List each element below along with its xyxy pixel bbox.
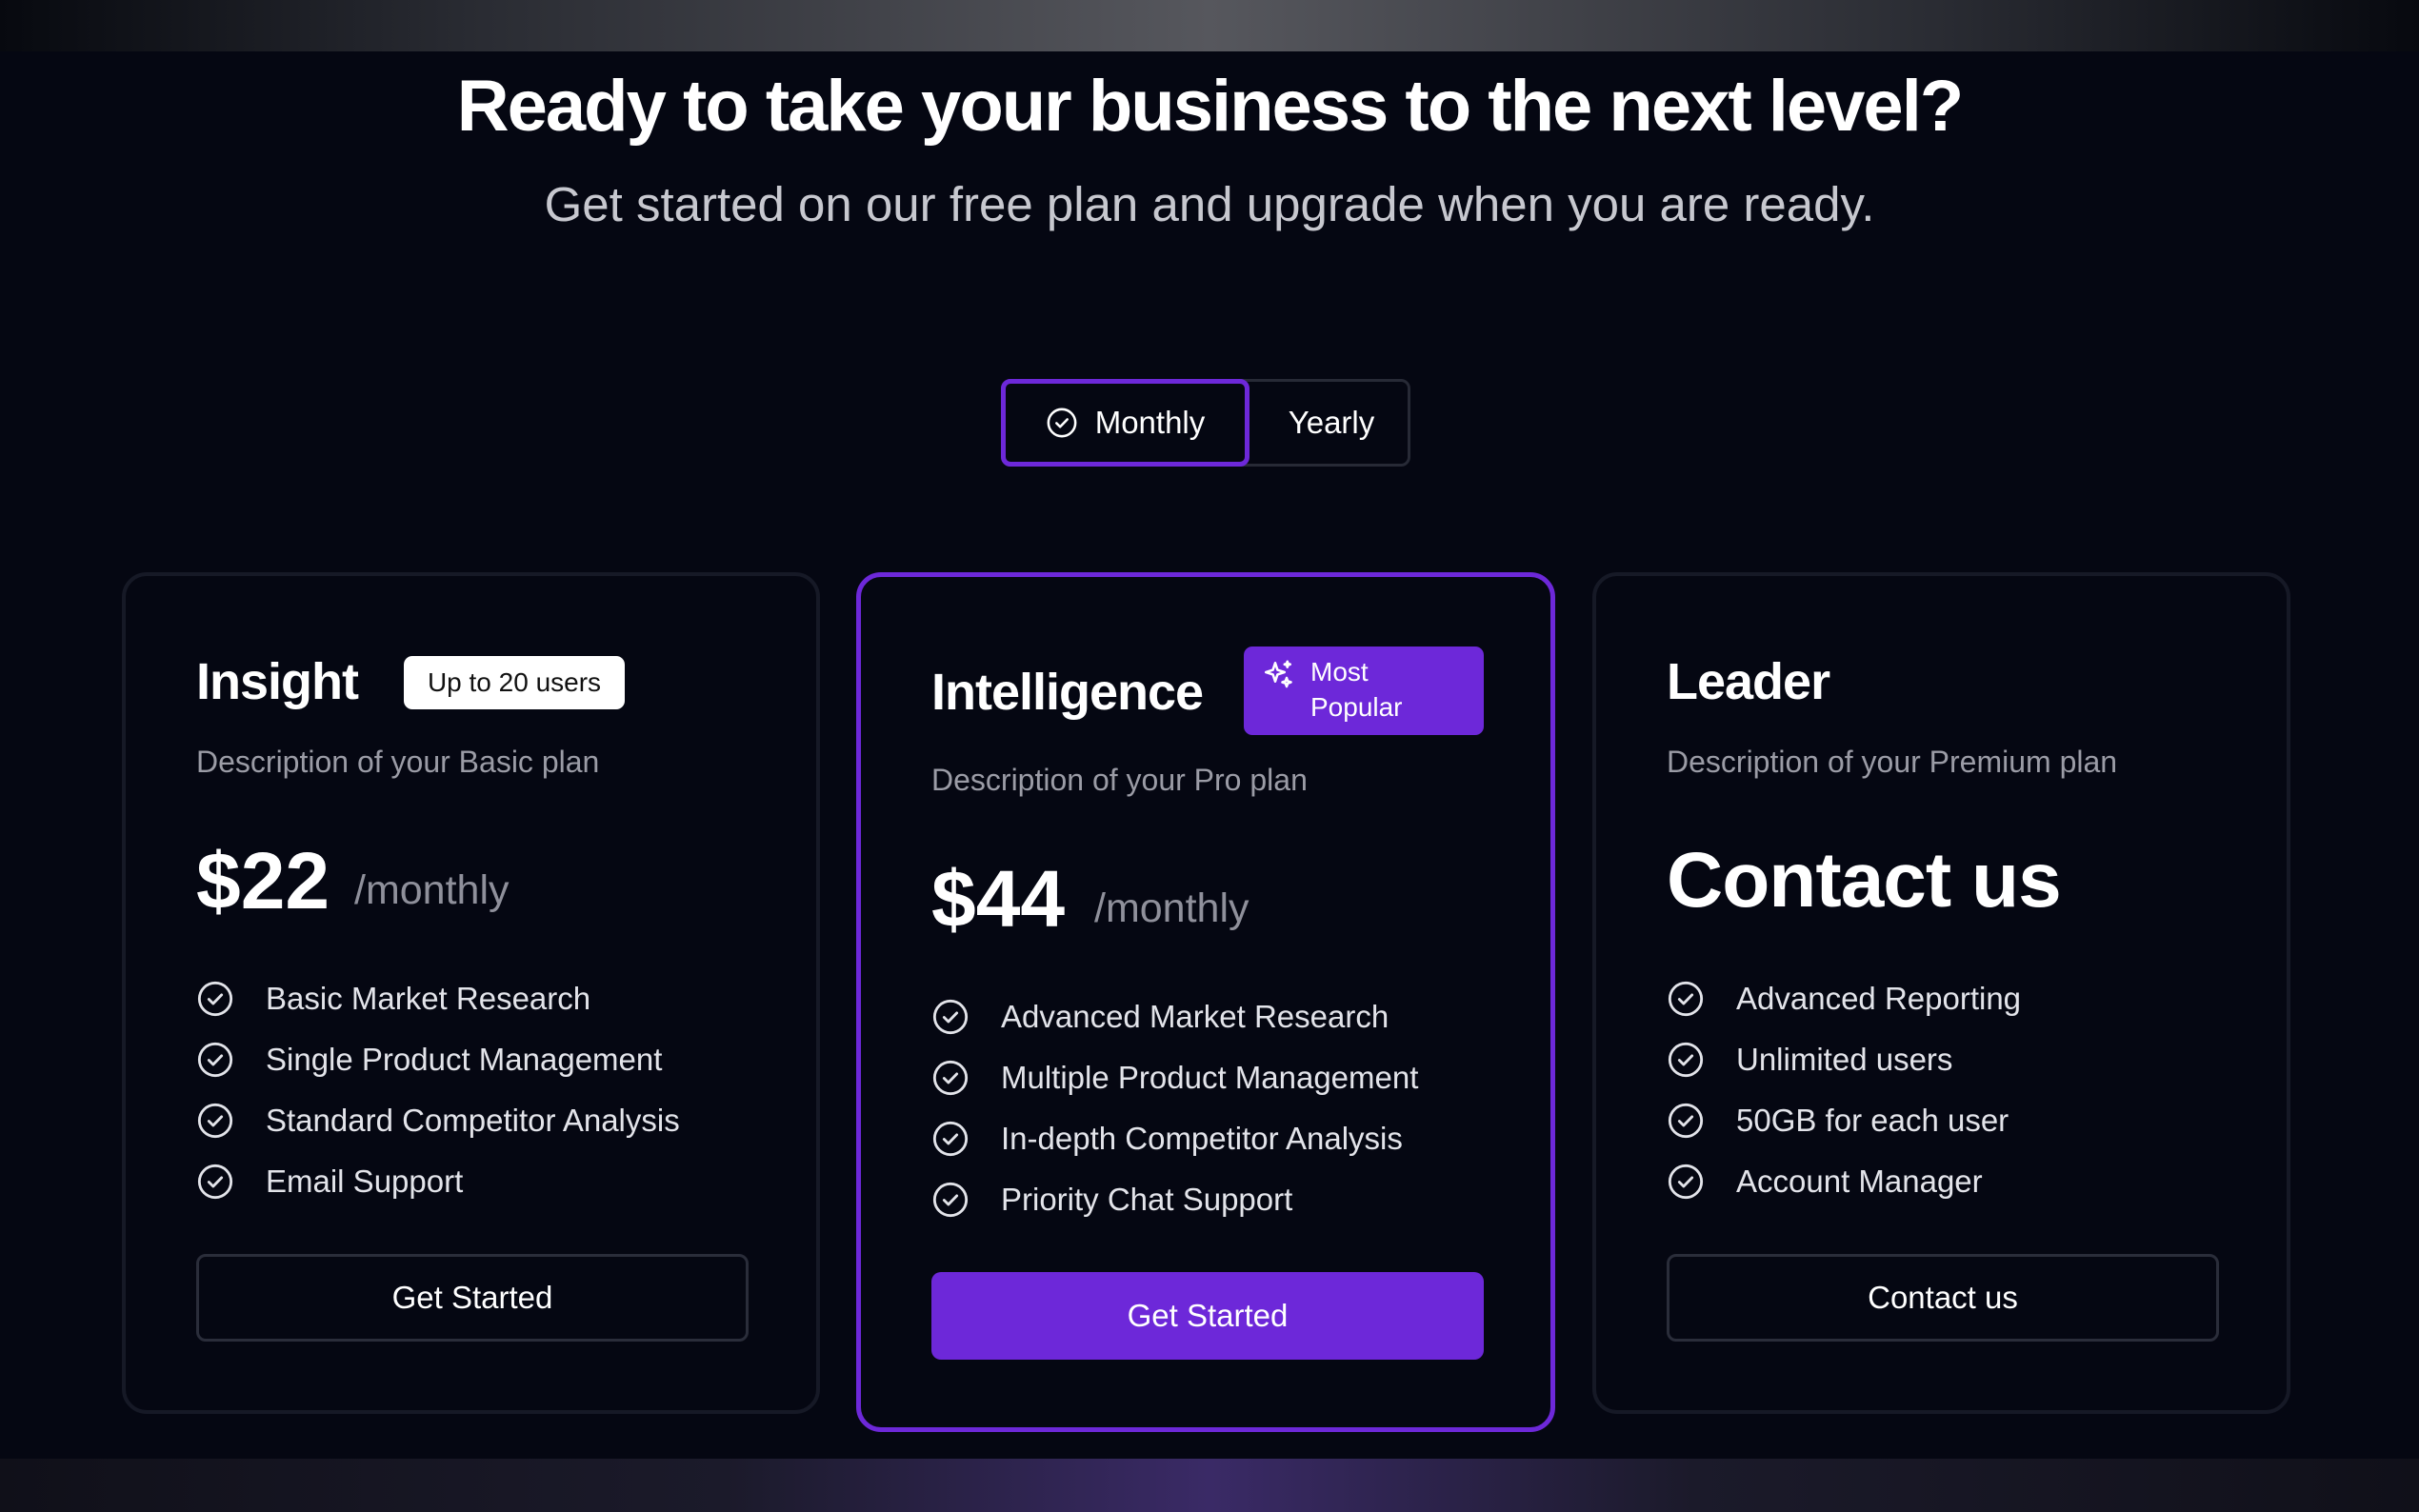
badge-label: Most Popular (1310, 657, 1403, 722)
billing-period-toggle: Monthly Yearly (1001, 379, 1410, 467)
check-circle-icon (197, 981, 233, 1017)
check-circle-icon (932, 1182, 969, 1218)
plan-description: Description of your Basic plan (196, 745, 600, 779)
feature-label: Unlimited users (1736, 1042, 1953, 1077)
feature-label: Priority Chat Support (1001, 1182, 1293, 1217)
plan-name: Leader (1667, 653, 1830, 710)
plan-description: Description of your Pro plan (931, 763, 1308, 797)
check-circle-icon (932, 1121, 969, 1157)
contact-us-button[interactable]: Contact us (1667, 1254, 2219, 1342)
price-period: /monthly (1094, 885, 1249, 931)
check-circle-icon (1668, 1164, 1704, 1200)
plan-card-intelligence: Intelligence Most Popular Description of… (856, 572, 1555, 1432)
yearly-label: Yearly (1288, 405, 1375, 440)
check-circle-icon (197, 1164, 233, 1200)
check-circle-icon (1668, 981, 1704, 1017)
feature-label: In-depth Competitor Analysis (1001, 1121, 1403, 1156)
feature-label: Account Manager (1736, 1164, 1983, 1199)
monthly-label: Monthly (1094, 405, 1206, 440)
feature-label: Basic Market Research (266, 981, 591, 1016)
plan-price: Contact us (1667, 837, 2062, 924)
feature-item: Priority Chat Support (931, 1169, 1418, 1230)
plan-price: $44 (931, 854, 1066, 944)
check-circle-icon (1668, 1042, 1704, 1078)
feature-label: Multiple Product Management (1001, 1060, 1419, 1095)
check-circle-icon (1046, 407, 1078, 439)
feature-item: Multiple Product Management (931, 1047, 1418, 1108)
feature-list: Basic Market Research Single Product Man… (196, 968, 680, 1212)
feature-item: In-depth Competitor Analysis (931, 1108, 1418, 1169)
plan-card-leader: Leader Description of your Premium plan … (1592, 572, 2290, 1414)
feature-label: Email Support (266, 1164, 464, 1199)
plan-name: Intelligence (931, 664, 1204, 721)
feature-item: Single Product Management (196, 1029, 680, 1090)
page-title: Ready to take your business to the next … (456, 66, 1964, 147)
feature-list: Advanced Market Research Multiple Produc… (931, 986, 1418, 1230)
page-subtitle: Get started on our free plan and upgrade… (544, 177, 1875, 231)
feature-item: Advanced Market Research (931, 986, 1418, 1047)
feature-item: Standard Competitor Analysis (196, 1090, 680, 1151)
plan-name: Insight (196, 653, 359, 710)
check-circle-icon (1668, 1103, 1704, 1139)
feature-item: Advanced Reporting (1667, 968, 2021, 1029)
get-started-button[interactable]: Get Started (196, 1254, 749, 1342)
feature-label: Advanced Reporting (1736, 981, 2022, 1016)
price-period: /monthly (354, 867, 510, 913)
feature-item: Basic Market Research (196, 968, 680, 1029)
feature-item: Email Support (196, 1151, 680, 1212)
yearly-toggle-option[interactable]: Yearly (1249, 379, 1413, 467)
check-circle-icon (932, 999, 969, 1035)
feature-label: 50GB for each user (1736, 1103, 2009, 1138)
check-circle-icon (197, 1103, 233, 1139)
top-gradient-band (0, 0, 2419, 51)
feature-item: Unlimited users (1667, 1029, 2021, 1090)
sparkles-icon (1264, 660, 1292, 688)
plan-card-insight: Insight Up to 20 users Description of yo… (122, 572, 820, 1414)
feature-label: Standard Competitor Analysis (266, 1103, 680, 1138)
feature-list: Advanced Reporting Unlimited users 50GB … (1667, 968, 2021, 1212)
most-popular-badge: Most Popular (1244, 647, 1484, 735)
bottom-gradient-band (0, 1459, 2419, 1512)
plan-price: $22 (196, 836, 330, 925)
check-circle-icon (932, 1060, 969, 1096)
feature-item: 50GB for each user (1667, 1090, 2021, 1151)
get-started-button[interactable]: Get Started (931, 1272, 1484, 1360)
users-limit-badge: Up to 20 users (404, 656, 625, 709)
feature-item: Account Manager (1667, 1151, 2021, 1212)
feature-label: Advanced Market Research (1001, 999, 1389, 1034)
feature-label: Single Product Management (266, 1042, 663, 1077)
check-circle-icon (197, 1042, 233, 1078)
plan-description: Description of your Premium plan (1667, 745, 2118, 779)
monthly-toggle-option[interactable]: Monthly (1001, 379, 1249, 467)
